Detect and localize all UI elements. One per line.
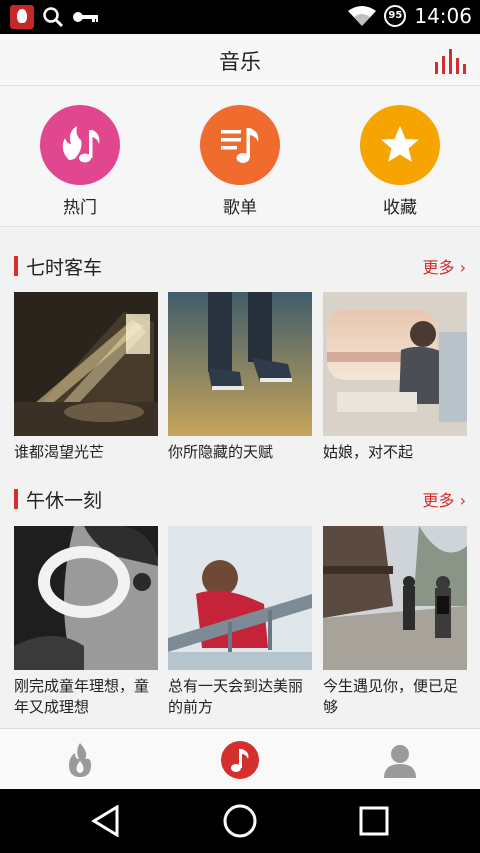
flame-tab-icon — [69, 742, 91, 777]
section-title: 七时客车 — [26, 257, 103, 279]
card-caption: 刚完成童年理想，童年又成理想 — [14, 677, 150, 716]
user-tab-icon — [384, 744, 416, 778]
key-icon — [73, 12, 98, 22]
more-link[interactable]: 更多 › — [422, 487, 466, 511]
chevron-right-icon: › — [459, 258, 466, 277]
status-time: 14:06 — [414, 4, 472, 28]
app-header: 音乐 — [0, 34, 480, 86]
app-notification-icon — [10, 5, 34, 29]
more-label: 更多 — [422, 258, 455, 277]
fire-music-icon — [40, 105, 120, 185]
light-in-cave-photo — [14, 292, 158, 436]
playlist-card[interactable]: 谁都渴望光芒 — [14, 292, 158, 463]
back-icon[interactable] — [86, 803, 126, 839]
music-tab-icon — [221, 740, 259, 779]
tab-music[interactable] — [160, 729, 320, 790]
playlist-card[interactable]: 姑娘，对不起 — [323, 292, 467, 463]
shortcut-playlist[interactable]: 歌单 — [192, 105, 288, 218]
card-caption: 你所隐藏的天赋 — [168, 443, 274, 461]
battery-icon: 95 — [384, 5, 407, 27]
card-caption: 今生遇见你，便已足够 — [323, 677, 459, 716]
status-bar: 95 14:06 — [0, 0, 480, 34]
card-caption: 总有一天会到达美丽的前方 — [168, 677, 304, 716]
section-accent-bar — [14, 489, 18, 509]
home-icon[interactable] — [220, 803, 260, 839]
battery-level: 95 — [388, 10, 403, 21]
playlist-card[interactable]: 总有一天会到达美丽的前方 — [168, 526, 312, 718]
more-label: 更多 — [422, 491, 455, 510]
woman-on-railing-photo — [168, 526, 312, 670]
playlist-card[interactable]: 今生遇见你，便已足够 — [323, 526, 467, 718]
recents-icon[interactable] — [354, 803, 394, 839]
street-people-walking-photo — [323, 526, 467, 670]
playlist-note-icon — [200, 105, 280, 185]
shortcut-favorites[interactable]: 收藏 — [352, 105, 448, 218]
shortcut-label: 收藏 — [383, 198, 417, 218]
sneakers-on-road-photo — [168, 292, 312, 436]
card-caption: 姑娘，对不起 — [323, 443, 414, 461]
bottom-tab-bar — [0, 728, 480, 789]
page-title: 音乐 — [219, 50, 261, 74]
search-icon — [43, 7, 64, 28]
boy-with-glasses-photo — [14, 526, 158, 670]
section-header: 午休一刻 更多 › — [0, 482, 480, 516]
section-header: 七时客车 更多 › — [0, 249, 480, 283]
section-title: 午休一刻 — [26, 490, 103, 512]
playlist-card[interactable]: 你所隐藏的天赋 — [168, 292, 312, 463]
equalizer-icon[interactable] — [434, 48, 468, 74]
tab-profile[interactable] — [320, 729, 480, 790]
shortcut-hot[interactable]: 热门 — [32, 105, 128, 218]
card-caption: 谁都渴望光芒 — [14, 443, 105, 461]
star-icon — [360, 105, 440, 185]
shortcut-label: 热门 — [63, 198, 97, 218]
wifi-icon — [348, 6, 377, 26]
category-shortcuts: 热门 歌单 收藏 — [0, 87, 480, 227]
shortcut-label: 歌单 — [223, 198, 257, 218]
more-link[interactable]: 更多 › — [422, 254, 466, 278]
tab-hot[interactable] — [0, 729, 160, 790]
chevron-right-icon: › — [459, 491, 466, 510]
man-by-train-window-photo — [323, 292, 467, 436]
playlist-card[interactable]: 刚完成童年理想，童年又成理想 — [14, 526, 158, 718]
system-nav-bar — [0, 789, 480, 853]
section-accent-bar — [14, 256, 18, 276]
